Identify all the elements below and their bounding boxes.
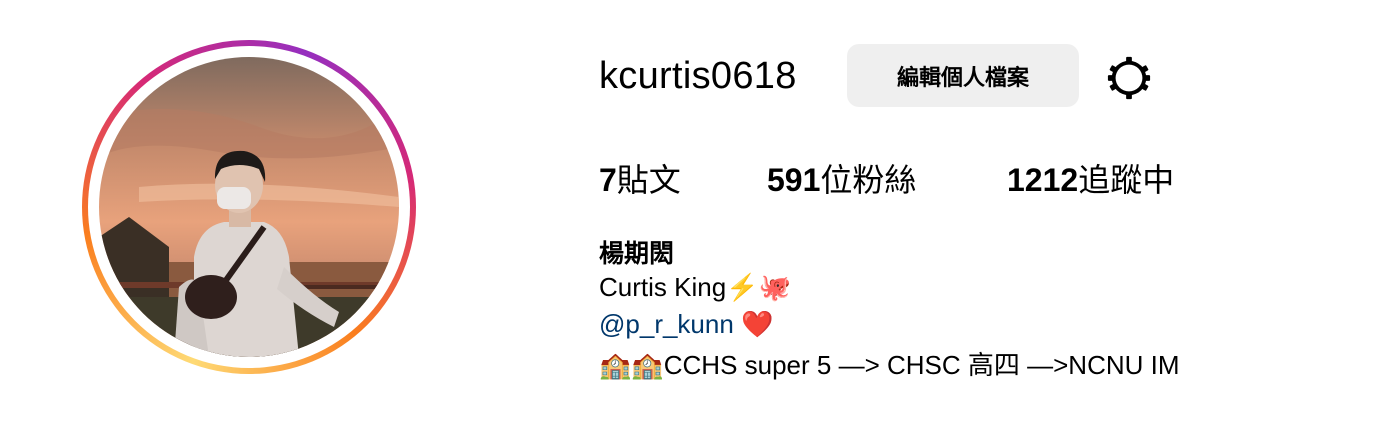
gear-icon[interactable] [1106,55,1152,101]
following-stat[interactable]: 1212追蹤中 [1007,155,1174,201]
profile-username: kcurtis0618 [599,55,797,97]
avatar-gap [88,46,410,368]
bio-mention-link[interactable]: @p_r_kunn [599,309,734,339]
followers-stat[interactable]: 591位粉絲 [767,155,916,201]
following-label: 追蹤中 [1078,161,1175,199]
bio-line-1: Curtis King⚡️🐙 [599,272,791,302]
bio-heart: ❤️ [733,309,774,339]
bio-line-3: 🏫🏫CCHS super 5 —> CHSC 高四 —>NCNU IM [599,350,1180,380]
edit-profile-button[interactable]: 編輯個人檔案 [847,44,1079,107]
posts-stat[interactable]: 7貼文 [599,155,681,201]
posts-label: 貼文 [616,161,681,199]
followers-count: 591 [767,162,821,198]
following-count: 1212 [1007,162,1079,198]
profile-full-name: 楊期閎 [599,239,675,268]
profile-avatar-ring[interactable] [82,40,416,374]
avatar[interactable] [99,57,399,357]
posts-count: 7 [599,162,617,198]
followers-label: 位粉絲 [820,161,917,199]
bio-line-2: @p_r_kunn ❤️ [599,309,773,340]
